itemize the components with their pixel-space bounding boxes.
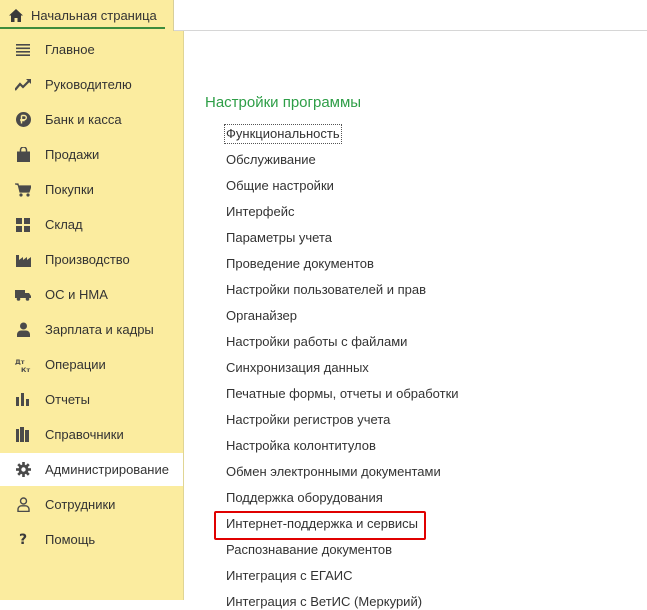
books-icon — [15, 427, 31, 443]
svg-text:Кт: Кт — [21, 366, 30, 373]
link-organizer[interactable]: Органайзер — [226, 308, 297, 324]
highlight-frame — [214, 511, 426, 540]
link-edi-exchange[interactable]: Обмен электронными документами — [226, 464, 441, 480]
link-file-settings[interactable]: Настройки работы с файлами — [226, 334, 407, 350]
sidebar-item-administration[interactable]: Администрирование — [0, 453, 183, 486]
page-title: Настройки программы — [205, 94, 362, 111]
gear-icon — [15, 462, 31, 478]
link-equipment-support[interactable]: Поддержка оборудования — [226, 490, 383, 506]
link-interface[interactable]: Интерфейс — [226, 204, 294, 220]
home-icon — [9, 9, 23, 22]
link-data-sync[interactable]: Синхронизация данных — [226, 360, 369, 376]
warehouse-grid-icon — [15, 217, 31, 233]
sidebar: Главное Руководителю Банк и касса Продаж… — [0, 31, 184, 600]
sidebar-item-manager[interactable]: Руководителю — [0, 68, 183, 101]
sidebar-item-warehouse[interactable]: Склад — [0, 208, 183, 241]
link-general-settings[interactable]: Общие настройки — [226, 178, 334, 194]
sidebar-item-label: Отчеты — [45, 392, 90, 407]
svg-text:Дт: Дт — [15, 358, 25, 366]
question-icon: ? — [18, 531, 28, 548]
sidebar-item-employees[interactable]: Сотрудники — [0, 488, 183, 521]
sidebar-item-label: Сотрудники — [45, 497, 116, 512]
link-header-footer[interactable]: Настройка колонтитулов — [226, 438, 376, 454]
sidebar-item-fixed-assets[interactable]: ОС и НМА — [0, 278, 183, 311]
sidebar-item-help[interactable]: ? Помощь — [0, 523, 183, 556]
sidebar-item-references[interactable]: Справочники — [0, 418, 183, 451]
truck-icon — [15, 287, 31, 303]
person-icon — [15, 322, 31, 338]
link-user-rights-settings[interactable]: Настройки пользователей и прав — [226, 282, 426, 298]
sidebar-item-label: ОС и НМА — [45, 287, 108, 302]
link-maintenance[interactable]: Обслуживание — [226, 152, 316, 168]
sidebar-item-label: Операции — [45, 357, 106, 372]
sidebar-item-label: Зарплата и кадры — [45, 322, 154, 337]
trend-icon — [15, 77, 31, 93]
home-tab-label: Начальная страница — [31, 8, 157, 23]
active-tab-underline — [0, 27, 165, 29]
cart-icon — [15, 182, 31, 198]
sidebar-item-label: Покупки — [45, 182, 94, 197]
sidebar-item-purchases[interactable]: Покупки — [0, 173, 183, 206]
bar-chart-icon — [15, 392, 31, 408]
shopping-bag-icon — [15, 147, 31, 163]
sidebar-item-label: Администрирование — [45, 462, 169, 477]
link-egais-integration[interactable]: Интеграция с ЕГАИС — [226, 568, 352, 584]
link-functionality[interactable]: Функциональность — [224, 124, 342, 144]
sidebar-item-label: Руководителю — [45, 77, 132, 92]
ruble-icon — [15, 112, 31, 128]
factory-icon — [15, 252, 31, 268]
home-tab[interactable]: Начальная страница — [0, 0, 174, 31]
menu-lines-icon — [15, 42, 31, 58]
top-tab-bar: Начальная страница — [0, 0, 647, 31]
link-register-settings[interactable]: Настройки регистров учета — [226, 412, 390, 428]
sidebar-item-main[interactable]: Главное — [0, 33, 183, 66]
person-outline-icon — [15, 497, 31, 513]
sidebar-item-label: Производство — [45, 252, 130, 267]
sidebar-item-production[interactable]: Производство — [0, 243, 183, 276]
link-accounting-parameters[interactable]: Параметры учета — [226, 230, 332, 246]
sidebar-item-operations[interactable]: Дт Кт Операции — [0, 348, 183, 381]
link-document-posting[interactable]: Проведение документов — [226, 256, 374, 272]
sidebar-item-reports[interactable]: Отчеты — [0, 383, 183, 416]
sidebar-item-label: Продажи — [45, 147, 100, 162]
sidebar-item-bank[interactable]: Банк и касса — [0, 103, 183, 136]
link-document-recognition[interactable]: Распознавание документов — [226, 542, 392, 558]
sidebar-item-label: Справочники — [45, 427, 124, 442]
sidebar-item-salary[interactable]: Зарплата и кадры — [0, 313, 183, 346]
sidebar-item-label: Склад — [45, 217, 83, 232]
sidebar-item-label: Банк и касса — [45, 112, 122, 127]
sidebar-item-sales[interactable]: Продажи — [0, 138, 183, 171]
link-vetis-integration[interactable]: Интеграция с ВетИС (Меркурий) — [226, 594, 422, 610]
sidebar-item-label: Помощь — [45, 532, 96, 547]
link-print-forms-reports[interactable]: Печатные формы, отчеты и обработки — [226, 386, 459, 402]
debit-credit-icon: Дт Кт — [15, 357, 31, 373]
sidebar-item-label: Главное — [45, 42, 95, 57]
